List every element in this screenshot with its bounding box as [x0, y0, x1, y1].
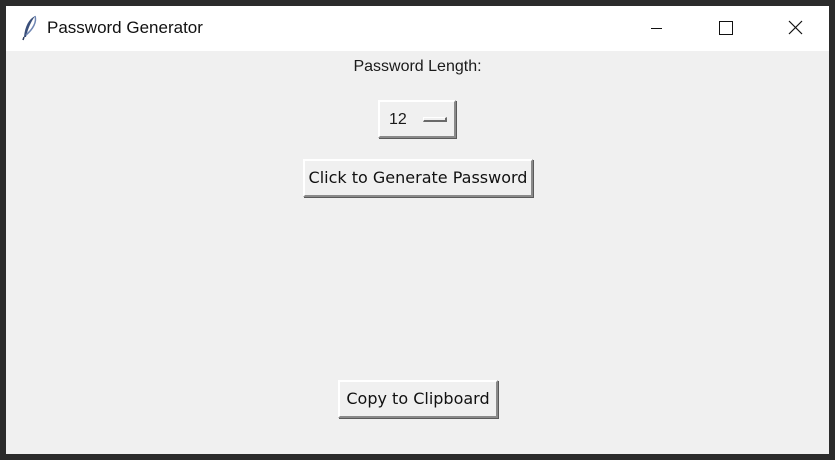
- close-button[interactable]: [760, 6, 828, 51]
- app-window: Password Generator Password Length: 12 C…: [6, 6, 829, 454]
- minimize-button[interactable]: [622, 6, 690, 51]
- feather-icon: [20, 15, 40, 41]
- copy-to-clipboard-button[interactable]: Copy to Clipboard: [338, 380, 498, 418]
- window-title: Password Generator: [47, 18, 203, 37]
- option-indicator-icon: [423, 117, 447, 122]
- generate-password-button[interactable]: Click to Generate Password: [303, 159, 533, 197]
- maximize-button[interactable]: [691, 6, 759, 51]
- password-length-value: 12: [389, 111, 407, 128]
- client-area: Password Length: 12 Click to Generate Pa…: [6, 51, 829, 454]
- password-length-menu[interactable]: 12: [378, 100, 456, 138]
- password-length-label: Password Length:: [353, 58, 482, 75]
- title-bar[interactable]: Password Generator: [6, 6, 829, 51]
